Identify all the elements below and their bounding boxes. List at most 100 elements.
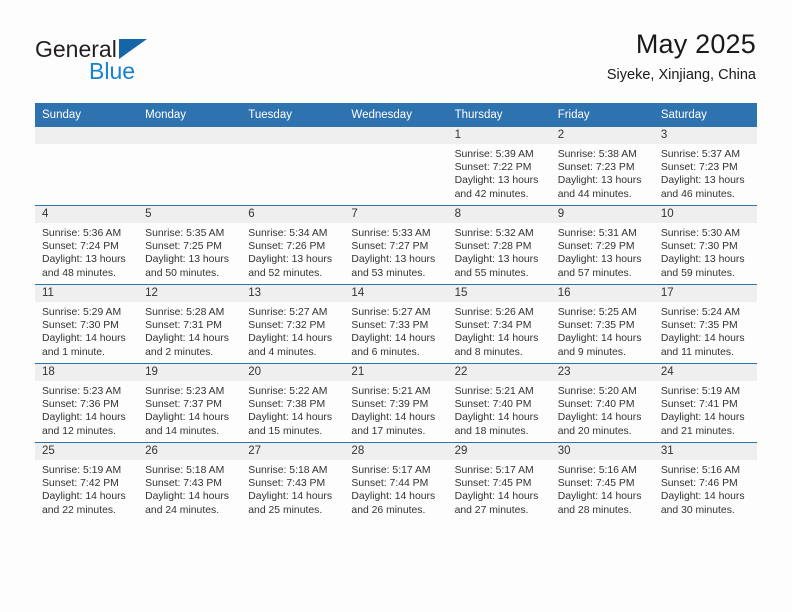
calendar-day-cell-empty (344, 127, 448, 206)
sunrise-text: Sunrise: 5:30 AM (660, 228, 740, 239)
day-details: Sunrise: 5:37 AM Sunset: 7:23 PM Daylight:… (654, 144, 757, 201)
sunset-text: Sunset: 7:44 PM (351, 478, 429, 490)
day-details: Sunrise: 5:21 AM Sunset: 7:39 PM Daylight:… (344, 381, 447, 438)
weekday-header-saturday: Saturday (653, 103, 757, 127)
sunrise-text: Sunrise: 5:21 AM (454, 386, 534, 397)
daylight-text-line1: Daylight: 14 hours (145, 412, 229, 424)
calendar-day-cell[interactable]: 29 Sunrise: 5:17 AM Sunset: 7:45 PM Dayligh… (447, 442, 551, 521)
calendar-week-row: 1 Sunrise: 5:39 AM Sunset: 7:22 PM Daylight… (35, 127, 757, 206)
day-number: 20 (241, 364, 345, 381)
daylight-text-line1: Daylight: 13 hours (660, 254, 745, 266)
calendar-day-cell[interactable]: 25 Sunrise: 5:19 AM Sunset: 7:42 PM Dayligh… (35, 442, 139, 521)
day-number: 14 (344, 285, 448, 302)
daylight-text-line2: and 21 minutes. (660, 425, 735, 437)
calendar-day-cell[interactable]: 20 Sunrise: 5:22 AM Sunset: 7:38 PM Dayligh… (241, 363, 345, 443)
calendar-day-cell[interactable]: 11 Sunrise: 5:29 AM Sunset: 7:30 PM Dayligh… (35, 284, 139, 364)
day-number: 4 (35, 206, 139, 223)
calendar-day-cell[interactable]: 22 Sunrise: 5:21 AM Sunset: 7:40 PM Dayligh… (447, 363, 551, 443)
calendar-day-cell[interactable]: 9 Sunrise: 5:31 AM Sunset: 7:29 PM Daylight… (550, 205, 654, 285)
calendar-day-cell[interactable]: 24 Sunrise: 5:19 AM Sunset: 7:41 PM Dayligh… (653, 363, 757, 443)
sunset-text: Sunset: 7:39 PM (351, 399, 429, 411)
sunrise-text: Sunrise: 5:27 AM (351, 307, 431, 318)
sunrise-text: Sunrise: 5:34 AM (248, 228, 328, 239)
sunset-text: Sunset: 7:35 PM (557, 320, 635, 332)
daylight-text-line1: Daylight: 13 hours (145, 254, 229, 266)
calendar-day-cell[interactable]: 2 Sunrise: 5:38 AM Sunset: 7:23 PM Daylight… (550, 127, 654, 206)
sunrise-text: Sunrise: 5:25 AM (557, 307, 637, 318)
day-number: 12 (138, 285, 242, 302)
calendar-day-cell[interactable]: 12 Sunrise: 5:28 AM Sunset: 7:31 PM Dayligh… (138, 284, 242, 364)
calendar-header-row-group: Sunday Monday Tuesday Wednesday Thursday… (35, 103, 757, 127)
daylight-text-line2: and 22 minutes. (42, 504, 116, 516)
calendar-day-cell[interactable]: 3 Sunrise: 5:37 AM Sunset: 7:23 PM Daylight… (653, 127, 757, 206)
calendar-day-cell[interactable]: 6 Sunrise: 5:34 AM Sunset: 7:26 PM Daylight… (241, 205, 345, 285)
calendar-day-cell[interactable]: 30 Sunrise: 5:16 AM Sunset: 7:45 PM Dayligh… (550, 442, 654, 521)
day-number: 19 (138, 364, 242, 381)
calendar-day-cell[interactable]: 5 Sunrise: 5:35 AM Sunset: 7:25 PM Daylight… (138, 205, 242, 285)
calendar-day-cell[interactable]: 21 Sunrise: 5:21 AM Sunset: 7:39 PM Dayligh… (344, 363, 448, 443)
day-details: Sunrise: 5:23 AM Sunset: 7:36 PM Daylight:… (35, 381, 138, 438)
calendar-day-cell-empty (138, 127, 242, 206)
calendar-week-row: 4 Sunrise: 5:36 AM Sunset: 7:24 PM Daylight… (35, 205, 757, 285)
sunrise-text: Sunrise: 5:23 AM (42, 386, 122, 397)
day-number: 21 (344, 364, 448, 381)
calendar-day-cell[interactable]: 14 Sunrise: 5:27 AM Sunset: 7:33 PM Dayligh… (344, 284, 448, 364)
daylight-text-line1: Daylight: 14 hours (351, 491, 436, 503)
calendar-day-cell[interactable]: 15 Sunrise: 5:26 AM Sunset: 7:34 PM Dayligh… (447, 284, 551, 364)
day-number: 31 (653, 443, 757, 460)
sunrise-text: Sunrise: 5:26 AM (454, 307, 534, 318)
daylight-text-line1: Daylight: 14 hours (351, 412, 436, 424)
calendar-day-cell[interactable]: 31 Sunrise: 5:16 AM Sunset: 7:46 PM Dayligh… (653, 442, 757, 521)
sunrise-text: Sunrise: 5:17 AM (351, 465, 431, 476)
day-details: Sunrise: 5:39 AM Sunset: 7:22 PM Daylight:… (448, 144, 551, 201)
sunrise-text: Sunrise: 5:17 AM (454, 465, 534, 476)
calendar-day-cell[interactable]: 19 Sunrise: 5:23 AM Sunset: 7:37 PM Dayligh… (138, 363, 242, 443)
calendar-day-cell[interactable]: 18 Sunrise: 5:23 AM Sunset: 7:36 PM Dayligh… (35, 363, 139, 443)
calendar-day-cell[interactable]: 1 Sunrise: 5:39 AM Sunset: 7:22 PM Daylight… (447, 127, 551, 206)
day-details: Sunrise: 5:22 AM Sunset: 7:38 PM Daylight:… (241, 381, 344, 438)
sunset-text: Sunset: 7:37 PM (145, 399, 222, 411)
weekday-header-wednesday: Wednesday (344, 103, 448, 127)
calendar-day-cell[interactable]: 17 Sunrise: 5:24 AM Sunset: 7:35 PM Dayligh… (653, 284, 757, 364)
calendar-day-cell[interactable]: 27 Sunrise: 5:18 AM Sunset: 7:43 PM Dayligh… (241, 442, 345, 521)
sunrise-text: Sunrise: 5:16 AM (557, 465, 637, 476)
daylight-text-line2: and 17 minutes. (351, 425, 426, 437)
sunrise-text: Sunrise: 5:31 AM (557, 228, 637, 239)
day-number: 11 (35, 285, 139, 302)
day-number (344, 127, 448, 144)
calendar-day-cell[interactable]: 4 Sunrise: 5:36 AM Sunset: 7:24 PM Daylight… (35, 205, 139, 285)
sunset-text: Sunset: 7:43 PM (248, 478, 326, 490)
daylight-text-line2: and 4 minutes. (248, 346, 317, 358)
daylight-text-line1: Daylight: 14 hours (248, 491, 333, 503)
calendar-day-cell[interactable]: 8 Sunrise: 5:32 AM Sunset: 7:28 PM Daylight… (447, 205, 551, 285)
daylight-text-line2: and 27 minutes. (454, 504, 529, 516)
daylight-text-line1: Daylight: 14 hours (351, 333, 436, 345)
daylight-text-line1: Daylight: 14 hours (454, 333, 539, 345)
calendar-day-cell[interactable]: 10 Sunrise: 5:30 AM Sunset: 7:30 PM Dayligh… (653, 205, 757, 285)
general-blue-logo: General Blue (35, 36, 215, 86)
calendar-day-cell[interactable]: 16 Sunrise: 5:25 AM Sunset: 7:35 PM Dayligh… (550, 284, 654, 364)
daylight-text-line2: and 42 minutes. (454, 188, 529, 200)
day-details: Sunrise: 5:18 AM Sunset: 7:43 PM Daylight:… (138, 460, 241, 517)
day-number: 22 (447, 364, 551, 381)
day-number: 27 (241, 443, 345, 460)
sunset-text: Sunset: 7:27 PM (351, 241, 429, 253)
calendar-day-cell[interactable]: 7 Sunrise: 5:33 AM Sunset: 7:27 PM Daylight… (344, 205, 448, 285)
day-details: Sunrise: 5:16 AM Sunset: 7:45 PM Daylight:… (551, 460, 654, 517)
sunset-text: Sunset: 7:30 PM (660, 241, 738, 253)
sunset-text: Sunset: 7:24 PM (42, 241, 119, 253)
calendar-day-cell[interactable]: 26 Sunrise: 5:18 AM Sunset: 7:43 PM Dayligh… (138, 442, 242, 521)
daylight-text-line1: Daylight: 14 hours (145, 333, 229, 345)
sunset-text: Sunset: 7:30 PM (42, 320, 119, 332)
day-details: Sunrise: 5:25 AM Sunset: 7:35 PM Daylight:… (551, 302, 654, 359)
day-details: Sunrise: 5:31 AM Sunset: 7:29 PM Daylight:… (551, 223, 654, 280)
calendar-day-cell[interactable]: 23 Sunrise: 5:20 AM Sunset: 7:40 PM Dayligh… (550, 363, 654, 443)
day-details: Sunrise: 5:27 AM Sunset: 7:33 PM Daylight:… (344, 302, 447, 359)
day-number: 10 (653, 206, 757, 223)
day-details: Sunrise: 5:27 AM Sunset: 7:32 PM Daylight:… (241, 302, 344, 359)
day-details: Sunrise: 5:18 AM Sunset: 7:43 PM Daylight:… (241, 460, 344, 517)
calendar-day-cell[interactable]: 28 Sunrise: 5:17 AM Sunset: 7:44 PM Dayligh… (344, 442, 448, 521)
calendar-day-cell[interactable]: 13 Sunrise: 5:27 AM Sunset: 7:32 PM Dayligh… (241, 284, 345, 364)
day-details: Sunrise: 5:30 AM Sunset: 7:30 PM Daylight:… (654, 223, 757, 280)
day-details: Sunrise: 5:16 AM Sunset: 7:46 PM Daylight:… (654, 460, 757, 517)
